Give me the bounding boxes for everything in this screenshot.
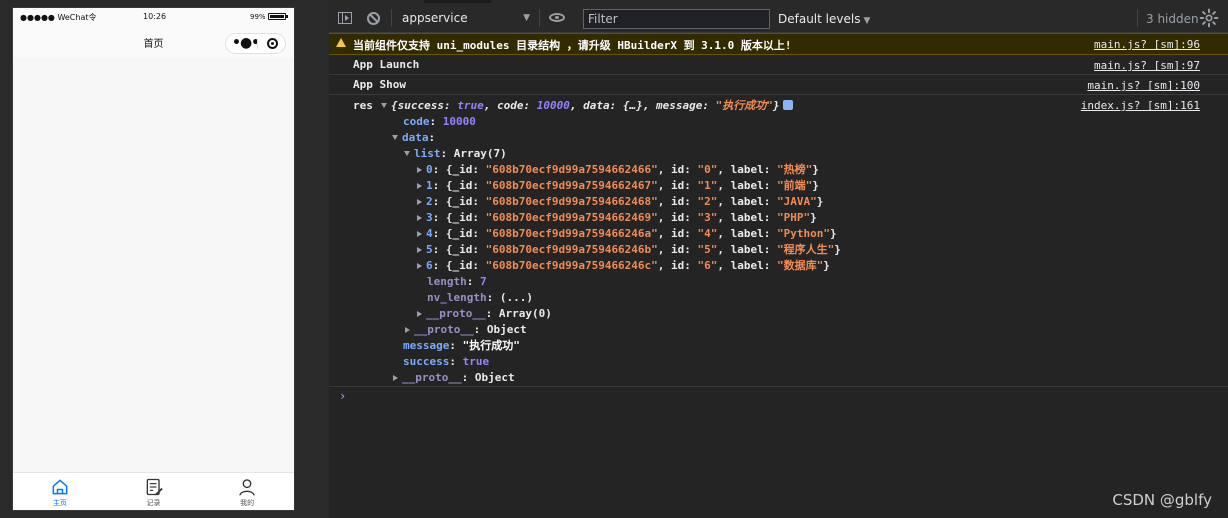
- source-link[interactable]: index.js? [sm]:161: [1081, 99, 1200, 112]
- collapsed-triangle-icon[interactable]: [405, 327, 410, 333]
- array-item-row[interactable]: 5: {_id: "608b70ecf9d99a759466246b", id:…: [417, 242, 841, 258]
- collapsed-triangle-icon[interactable]: [393, 375, 398, 381]
- prop-row: message: "执行成功": [403, 339, 520, 352]
- prop-row: success: true: [403, 355, 490, 368]
- console-toolbar: appservice ▼ Default levels▼ 3 hidden: [329, 0, 1228, 33]
- source-link[interactable]: main.js? [sm]:97: [1094, 59, 1200, 72]
- home-icon: [52, 479, 68, 495]
- log-levels-label: Default levels: [778, 12, 861, 26]
- log-text: App Show: [353, 78, 406, 91]
- log-message: App Launch main.js? [sm]:97: [329, 55, 1228, 75]
- collapsed-triangle-icon[interactable]: [417, 215, 422, 221]
- live-expression-eye-icon[interactable]: [549, 13, 565, 22]
- tab-bar: 主页 记录 我的: [13, 472, 294, 510]
- expanded-triangle-icon[interactable]: [381, 103, 387, 108]
- log-message: App Show main.js? [sm]:100: [329, 75, 1228, 95]
- expanded-triangle-icon[interactable]: [392, 135, 398, 140]
- toolbar-divider: [539, 9, 540, 27]
- collapsed-triangle-icon[interactable]: [417, 231, 422, 237]
- log-label: res: [353, 99, 373, 112]
- res-preview-row[interactable]: {success: true, code: 10000, data: {…}, …: [381, 98, 794, 114]
- context-value: appservice: [402, 11, 468, 25]
- console-prompt[interactable]: ›: [339, 389, 346, 403]
- prop-row[interactable]: __proto__: Object: [405, 322, 527, 338]
- caret-down-icon: ▼: [523, 13, 530, 23]
- user-icon: [239, 479, 255, 496]
- tab-records[interactable]: 记录: [107, 473, 201, 510]
- context-select[interactable]: appservice ▼: [398, 8, 534, 28]
- collapsed-triangle-icon[interactable]: [417, 311, 422, 317]
- source-link[interactable]: main.js? [sm]:100: [1087, 79, 1200, 92]
- page-body: [13, 58, 294, 474]
- tab-home[interactable]: 主页: [13, 473, 107, 510]
- capsule-divider: [257, 39, 258, 49]
- prop-row: length: 7: [427, 275, 487, 288]
- battery-fill: [270, 15, 284, 18]
- array-item-row[interactable]: 6: {_id: "608b70ecf9d99a759466246c", id:…: [417, 258, 830, 274]
- prop-row: code: 10000: [403, 115, 476, 128]
- warning-message: 当前组件仅支持 uni_modules 目录结构 ，请升级 HBuilderX …: [329, 33, 1228, 55]
- gear-icon[interactable]: [1199, 8, 1219, 28]
- close-mini-program-icon[interactable]: [267, 38, 278, 49]
- collapsed-triangle-icon[interactable]: [417, 263, 422, 269]
- toolbar-divider: [391, 9, 392, 27]
- toolbar-divider: [1137, 9, 1138, 27]
- prop-row[interactable]: data:: [392, 130, 435, 146]
- status-time: 10:26: [143, 12, 167, 21]
- array-item-row[interactable]: 2: {_id: "608b70ecf9d99a7594662468", id:…: [417, 194, 823, 210]
- collapsed-triangle-icon[interactable]: [417, 199, 422, 205]
- phone-screen: ●●●●● WeChat令 10:26 99% 首页 •●• 主页 记录 我的: [13, 8, 294, 510]
- devtools-console: appservice ▼ Default levels▼ 3 hidden 当前…: [329, 0, 1228, 518]
- warning-text: 当前组件仅支持 uni_modules 目录结构 ，请升级 HBuilderX …: [353, 39, 792, 52]
- log-levels-dropdown[interactable]: Default levels ▼: [778, 9, 870, 29]
- simulator-panel: ●●●●● WeChat令 10:26 99% 首页 •●• 主页 记录 我的: [0, 0, 329, 518]
- hidden-count: 3 hidden: [1146, 12, 1199, 26]
- battery-icon: [268, 13, 288, 20]
- nav-bar: 首页 •●•: [13, 26, 294, 58]
- array-item-row[interactable]: 4: {_id: "608b70ecf9d99a759466246a", id:…: [417, 226, 837, 242]
- warning-icon: [336, 38, 346, 47]
- tab-records-label: 记录: [146, 499, 161, 507]
- tab-mine-label: 我的: [240, 499, 255, 507]
- prop-row[interactable]: list: Array(7): [404, 146, 507, 162]
- battery-percent: 99%: [250, 13, 266, 21]
- collapsed-triangle-icon[interactable]: [417, 247, 422, 253]
- expanded-triangle-icon[interactable]: [404, 151, 410, 156]
- clear-console-icon[interactable]: [367, 12, 380, 25]
- status-bar: ●●●●● WeChat令 10:26 99%: [13, 8, 294, 26]
- info-icon[interactable]: [783, 100, 794, 110]
- notes-icon: [146, 478, 163, 496]
- array-item-row[interactable]: 0: {_id: "608b70ecf9d99a7594662466", id:…: [417, 162, 819, 178]
- collapsed-triangle-icon[interactable]: [417, 167, 422, 173]
- log-text: App Launch: [353, 58, 420, 71]
- carrier-label: ●●●●● WeChat令: [20, 13, 97, 22]
- more-icon[interactable]: •●•: [232, 34, 260, 53]
- array-item-row[interactable]: 3: {_id: "608b70ecf9d99a7594662469", id:…: [417, 210, 817, 226]
- prop-row[interactable]: nv_length: (...): [427, 290, 533, 306]
- array-item-row[interactable]: 1: {_id: "608b70ecf9d99a7594662467", id:…: [417, 178, 819, 194]
- capsule-menu[interactable]: •●•: [225, 33, 286, 54]
- prop-row[interactable]: __proto__: Object: [393, 370, 515, 386]
- collapsed-triangle-icon[interactable]: [417, 183, 422, 189]
- prop-row[interactable]: __proto__: Array(0): [417, 306, 552, 322]
- object-log-message: res index.js? [sm]:161 {success: true, c…: [329, 95, 1228, 387]
- watermark: CSDN @gblfy: [1112, 491, 1212, 509]
- source-link[interactable]: main.js? [sm]:96: [1094, 38, 1200, 51]
- show-sidebar-icon[interactable]: [338, 12, 352, 24]
- active-tab-indicator: [424, 0, 491, 3]
- filter-input[interactable]: [583, 9, 770, 29]
- tab-home-label: 主页: [52, 499, 67, 507]
- caret-down-icon: ▼: [863, 16, 871, 26]
- tab-mine[interactable]: 我的: [200, 473, 294, 510]
- console-log-area: 当前组件仅支持 uni_modules 目录结构 ，请升级 HBuilderX …: [329, 33, 1228, 518]
